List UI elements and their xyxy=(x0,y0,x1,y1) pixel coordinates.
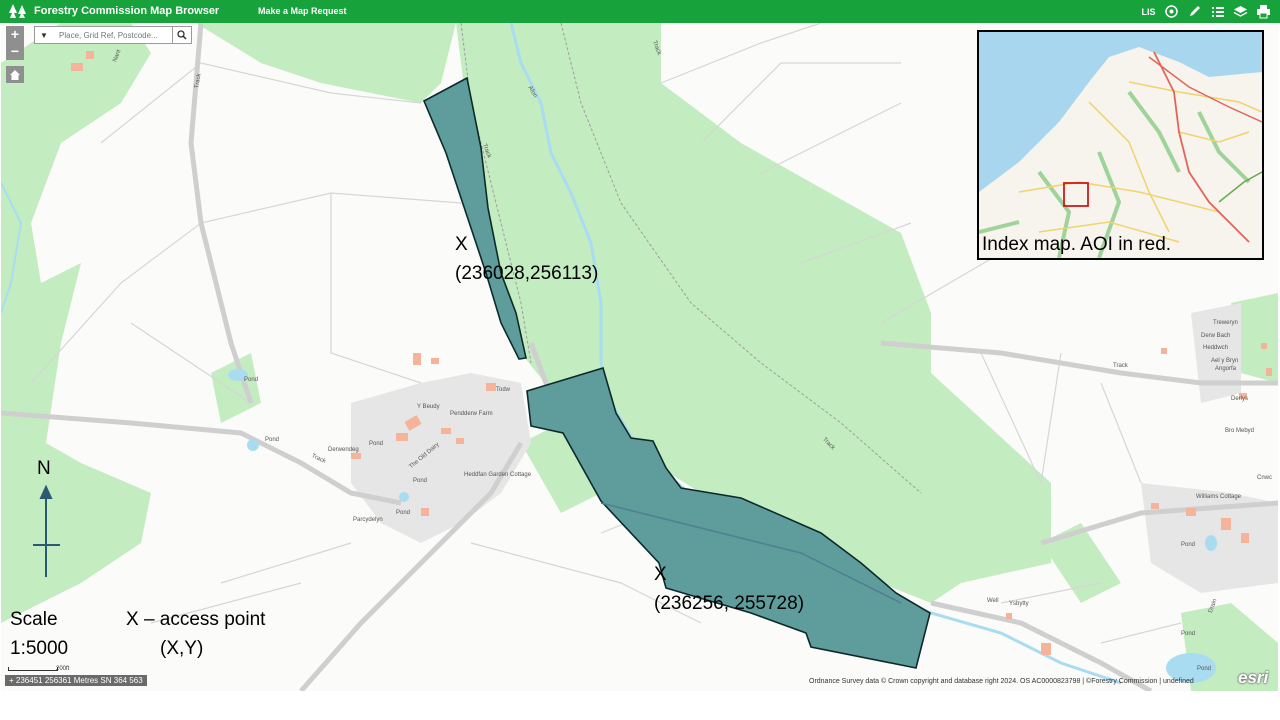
index-map-canvas xyxy=(979,32,1262,258)
place-label: Ael y Bryn xyxy=(1211,358,1239,364)
place-label: Parcydelyn xyxy=(353,517,383,523)
scale-label: Scale xyxy=(10,609,58,630)
scalebar xyxy=(8,667,58,671)
index-map: Index map. AOI in red. xyxy=(977,30,1264,260)
legend-xy: (X,Y) xyxy=(160,638,204,659)
place-label: Heddfan Garden Cottage xyxy=(464,472,532,478)
access-point-2-mark: X xyxy=(654,564,667,585)
search-box: ▼ xyxy=(34,26,192,44)
search-input[interactable] xyxy=(59,28,169,42)
place-label: Heddwch xyxy=(1203,345,1229,351)
scale-value: 1:5000 xyxy=(10,638,69,659)
map-request-link[interactable]: Make a Map Request xyxy=(258,6,347,16)
place-label: Y Beudy xyxy=(417,404,440,410)
north-label: N xyxy=(37,458,51,479)
place-label: Pond xyxy=(1197,666,1212,672)
place-label: Pond xyxy=(1181,542,1196,548)
app-header: Forestry Commission Map Browser Make a M… xyxy=(0,0,1280,23)
dropdown-chevron-icon[interactable]: ▼ xyxy=(40,31,48,40)
home-icon xyxy=(10,70,20,80)
esri-logo: esri xyxy=(1238,668,1269,687)
place-label: Angorfa xyxy=(1215,366,1237,372)
place-label: Bro Mebyd xyxy=(1225,428,1255,434)
print-icon[interactable] xyxy=(1255,3,1272,20)
basemap-icon[interactable] xyxy=(1163,3,1180,20)
place-label: Pond xyxy=(369,441,384,447)
place-label: Todw xyxy=(496,387,511,393)
place-label: Cnwc xyxy=(1257,475,1273,481)
zoom-in-button[interactable]: + xyxy=(6,26,24,43)
place-label: Pond xyxy=(244,377,259,383)
place-label: Pond xyxy=(1181,631,1196,637)
map-attribution: Ordnance Survey data © Crown copyright a… xyxy=(809,678,1194,685)
access-point-1-mark: X xyxy=(455,234,468,255)
place-label: Derlys xyxy=(1231,396,1249,402)
legend-title: X – access point xyxy=(126,609,266,630)
forestry-logo-icon xyxy=(8,3,28,20)
place-label: Derw Bach xyxy=(1201,333,1231,339)
coordinate-readout: + 236451 256361 Metres SN 364 563 xyxy=(5,675,147,686)
index-map-caption: Index map. AOI in red. xyxy=(982,234,1172,255)
scalebar-label: 200ft xyxy=(56,666,70,672)
place-label: Pond xyxy=(265,437,280,443)
place-label: Treweryn xyxy=(1213,320,1238,326)
app-title: Forestry Commission Map Browser xyxy=(34,5,220,17)
home-button[interactable] xyxy=(6,66,24,83)
list-icon[interactable] xyxy=(1209,3,1226,20)
place-label: Pond xyxy=(413,478,428,484)
place-label: Williams Cottage xyxy=(1196,494,1242,500)
access-point-2-coords: (236256, 255728) xyxy=(654,593,805,614)
zoom-out-button[interactable]: − xyxy=(6,43,24,60)
layers-icon[interactable] xyxy=(1232,3,1249,20)
search-button[interactable] xyxy=(172,27,191,43)
place-label: Ysbytty xyxy=(1009,601,1029,607)
search-icon xyxy=(177,30,187,40)
access-point-1-coords: (236028,256113) xyxy=(455,263,599,284)
header-toolbar: LIS xyxy=(1140,3,1272,20)
place-label: Pond xyxy=(396,510,411,516)
track-label: Track xyxy=(1113,363,1128,369)
lis-button[interactable]: LIS xyxy=(1140,3,1157,20)
place-label: Well xyxy=(987,598,999,604)
place-label: Derwendeg xyxy=(328,447,359,453)
place-label: Pendderw Farm xyxy=(450,411,493,417)
pencil-icon[interactable] xyxy=(1186,3,1203,20)
index-aoi-box xyxy=(1063,182,1089,207)
